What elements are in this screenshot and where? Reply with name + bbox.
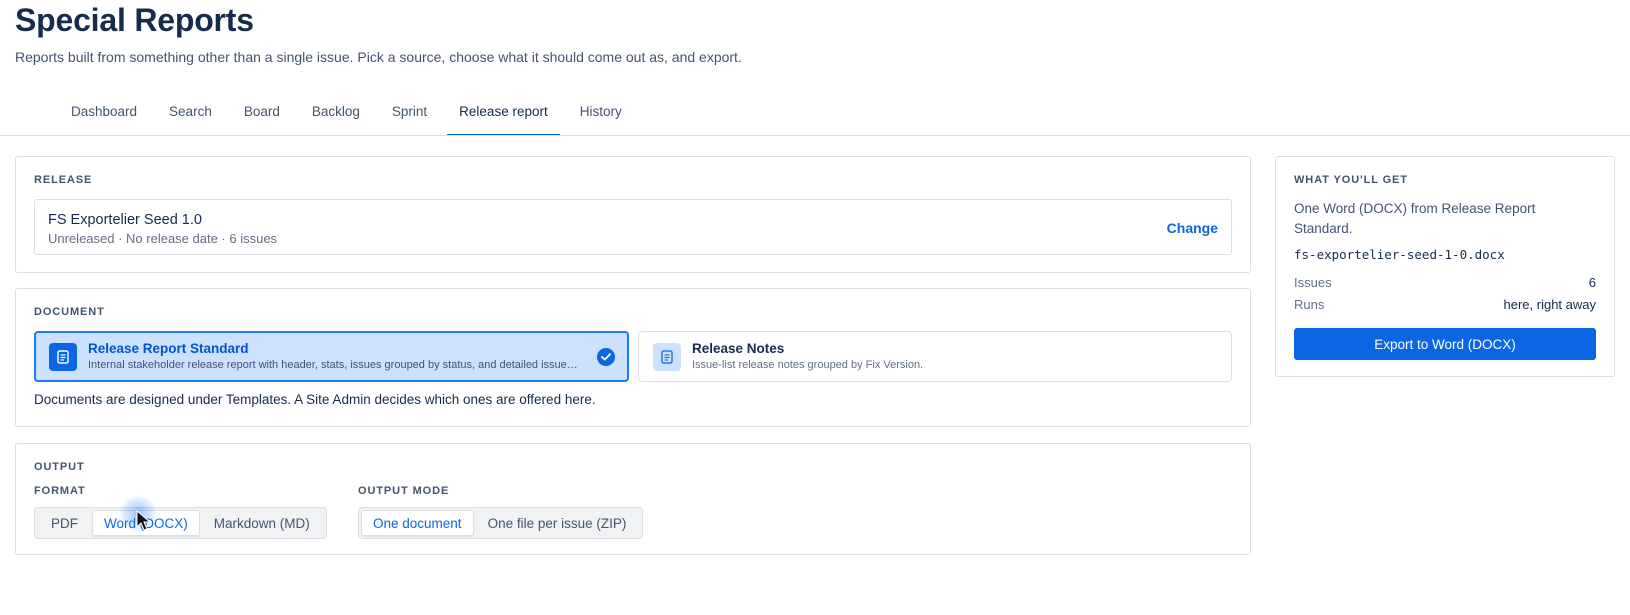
release-meta: Unreleased · No release date · 6 issues xyxy=(48,231,278,246)
output-mode-segmented-control: One document One file per issue (ZIP) xyxy=(358,507,644,539)
mode-one-document-button[interactable]: One document xyxy=(361,510,474,536)
tab-backlog[interactable]: Backlog xyxy=(296,90,376,136)
runs-value: here, right away xyxy=(1503,297,1597,312)
document-card: DOCUMENT Release Report Standard Interna… xyxy=(15,288,1251,427)
tabs-divider xyxy=(0,135,1630,136)
format-docx-button[interactable]: Word (DOCX) xyxy=(92,510,200,536)
summary-section-label: WHAT YOU'LL GET xyxy=(1294,174,1408,186)
format-segmented-control: PDF Word (DOCX) Markdown (MD) xyxy=(34,507,327,539)
format-pdf-button[interactable]: PDF xyxy=(37,510,92,536)
tab-bar: Dashboard Search Board Backlog Sprint Re… xyxy=(55,90,638,136)
summary-issues-row: Issues 6 xyxy=(1294,275,1596,290)
document-icon xyxy=(49,343,77,371)
summary-card: WHAT YOU'LL GET One Word (DOCX) from Rel… xyxy=(1275,156,1615,377)
summary-filename: fs-exportelier-seed-1-0.docx xyxy=(1294,247,1505,262)
tab-sprint[interactable]: Sprint xyxy=(376,90,443,136)
release-section-label: RELEASE xyxy=(34,174,93,186)
format-markdown-button[interactable]: Markdown (MD) xyxy=(200,510,324,536)
document-option-description: Internal stakeholder release report with… xyxy=(88,359,578,371)
output-section-label: OUTPUT xyxy=(34,461,85,473)
mode-zip-button[interactable]: One file per issue (ZIP) xyxy=(474,510,641,536)
document-option-release-notes[interactable]: Release Notes Issue-list release notes g… xyxy=(638,331,1232,382)
release-name: FS Exportelier Seed 1.0 xyxy=(48,212,202,228)
document-option-title: Release Report Standard xyxy=(88,341,249,356)
document-icon xyxy=(653,343,681,371)
export-button[interactable]: Export to Word (DOCX) xyxy=(1294,328,1596,360)
tab-search[interactable]: Search xyxy=(153,90,228,136)
page-title: Special Reports xyxy=(15,2,254,38)
issues-label: Issues xyxy=(1294,275,1332,290)
change-release-link[interactable]: Change xyxy=(1167,220,1218,236)
output-mode-label: OUTPUT MODE xyxy=(358,485,450,497)
document-option-title: Release Notes xyxy=(692,341,785,356)
summary-text: One Word (DOCX) from Release Report Stan… xyxy=(1294,201,1536,236)
document-option-description: Issue-list release notes grouped by Fix … xyxy=(692,359,924,371)
runs-label: Runs xyxy=(1294,297,1325,312)
tab-dashboard[interactable]: Dashboard xyxy=(55,90,153,136)
format-label: FORMAT xyxy=(34,485,86,497)
release-card: RELEASE FS Exportelier Seed 1.0 Unreleas… xyxy=(15,156,1251,273)
output-card: OUTPUT FORMAT OUTPUT MODE PDF Word (DOCX… xyxy=(15,443,1251,555)
issues-value: 6 xyxy=(1588,275,1596,290)
check-icon xyxy=(597,348,615,366)
tab-history[interactable]: History xyxy=(564,90,638,136)
summary-runs-row: Runs here, right away xyxy=(1294,297,1596,312)
tab-board[interactable]: Board xyxy=(228,90,296,136)
document-note: Documents are designed under Templates. … xyxy=(34,392,596,407)
release-selector: FS Exportelier Seed 1.0 Unreleased · No … xyxy=(34,199,1232,255)
document-option-release-report-standard[interactable]: Release Report Standard Internal stakeho… xyxy=(34,331,629,382)
tab-release-report[interactable]: Release report xyxy=(443,90,564,136)
page-subtitle: Reports built from something other than … xyxy=(15,49,742,65)
document-section-label: DOCUMENT xyxy=(34,306,105,318)
